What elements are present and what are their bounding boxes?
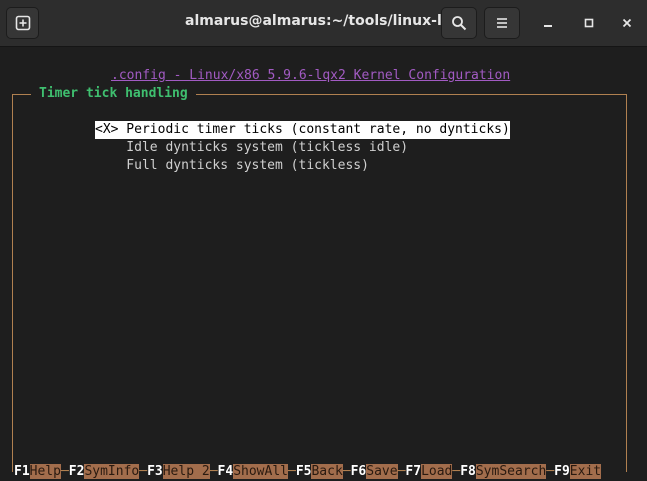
hamburger-menu-icon xyxy=(495,16,509,30)
fkey-f9[interactable]: F9Exit xyxy=(554,463,602,481)
config-title: .config - Linux/x86 5.9.6-lqx2 Kernel Co… xyxy=(111,68,511,83)
new-tab-icon xyxy=(15,15,31,31)
option-idle-dynticks[interactable]: Idle dynticks system (tickless idle) xyxy=(95,139,408,157)
fkey-separator: ─ xyxy=(546,464,555,479)
fkey-separator: ─ xyxy=(397,464,406,479)
terminal-window: almarus@almarus:~/tools/linux-lqx .confi… xyxy=(0,0,647,481)
header-bar: almarus@almarus:~/tools/linux-lqx xyxy=(0,0,647,47)
fkey-separator: ─ xyxy=(452,464,461,479)
fkey-f2[interactable]: F2SymInfo xyxy=(69,463,140,481)
search-icon xyxy=(451,15,467,31)
fkey-f1[interactable]: F1Help xyxy=(14,463,61,481)
close-icon xyxy=(622,18,632,28)
terminal-area[interactable]: .config - Linux/x86 5.9.6-lqx2 Kernel Co… xyxy=(0,47,647,481)
option-periodic-timer-ticks[interactable]: <X> Periodic timer ticks (constant rate,… xyxy=(95,121,510,139)
fkey-f6[interactable]: F6Save xyxy=(351,463,398,481)
option-full-dynticks[interactable]: Full dynticks system (tickless) xyxy=(95,157,369,175)
search-button[interactable] xyxy=(441,7,477,39)
fkey-f5[interactable]: F5Back xyxy=(296,463,343,481)
minimize-button[interactable] xyxy=(538,13,558,33)
maximize-button[interactable] xyxy=(579,13,599,33)
fkey-f3[interactable]: F3Help 2 xyxy=(147,463,210,481)
menu-button[interactable] xyxy=(484,7,520,39)
fkey-f7[interactable]: F7Load xyxy=(405,463,453,481)
maximize-icon xyxy=(584,18,594,28)
fkey-separator: ─ xyxy=(139,464,148,479)
fkey-separator: ─ xyxy=(60,464,69,479)
fkey-separator: ─ xyxy=(209,464,218,479)
fkey-separator: ─ xyxy=(342,464,351,479)
close-button[interactable] xyxy=(617,13,637,33)
function-key-bar: F1Help ─ F2SymInfo ─ F3Help 2 ─ F4ShowAll ─ F5Ba… xyxy=(14,463,602,481)
minimize-icon xyxy=(543,18,553,28)
dialog-title: Timer tick handling xyxy=(31,85,196,103)
fkey-separator: ─ xyxy=(287,464,296,479)
new-tab-button[interactable] xyxy=(6,7,39,39)
fkey-f8[interactable]: F8SymSearch xyxy=(460,463,547,481)
fkey-f4[interactable]: F4ShowAll xyxy=(218,463,288,481)
